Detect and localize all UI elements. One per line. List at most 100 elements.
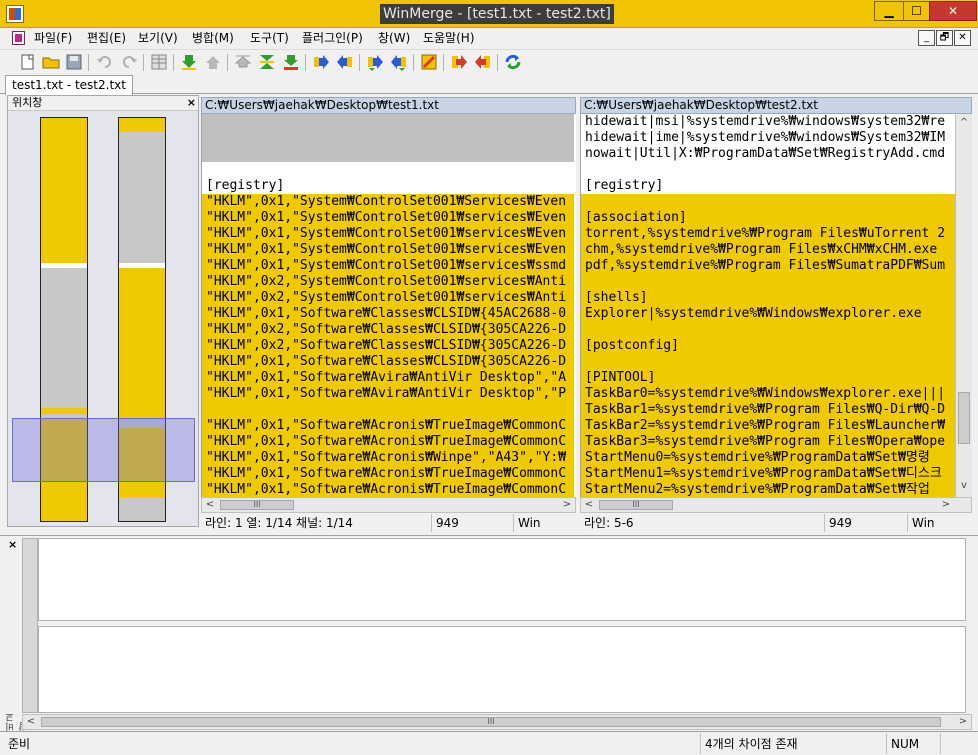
options-icon[interactable] <box>420 53 438 71</box>
diff-pane-upper-editor[interactable] <box>38 538 966 621</box>
left-editor-line[interactable] <box>202 114 574 130</box>
left-editor-line[interactable]: "HKLM",0x1,"Software₩Classes₩CLSID₩{45AC… <box>202 306 574 322</box>
right-editor-line[interactable]: chm,%systemdrive%₩Program Files₩xCHM₩xCH… <box>581 242 955 258</box>
new-icon[interactable] <box>19 53 37 71</box>
right-editor-line[interactable]: pdf,%systemdrive%₩Program Files₩SumatraP… <box>581 258 955 274</box>
copy-left-icon[interactable] <box>336 53 354 71</box>
left-editor[interactable]: [registry] "HKLM",0x1,"System₩ControlSet0… <box>201 114 576 497</box>
left-editor-line[interactable] <box>202 130 574 146</box>
right-editor-line[interactable]: [PINTOOL] <box>581 370 955 386</box>
copy-right-advance-icon[interactable] <box>366 53 384 71</box>
scroll-down-arrow[interactable]: v <box>956 479 972 493</box>
right-editor-line[interactable] <box>581 274 955 290</box>
scroll-right-arrow[interactable]: > <box>955 715 971 729</box>
refresh-icon[interactable] <box>504 53 522 71</box>
right-editor-line[interactable]: StartMenu0=%systemdrive%₩ProgramData₩Set… <box>581 450 955 466</box>
scroll-left-arrow[interactable]: < <box>581 498 597 512</box>
last-diff-icon[interactable] <box>282 53 300 71</box>
minimize-button[interactable]: ▁ <box>874 1 904 21</box>
right-editor-line[interactable]: Explorer|%systemdrive%₩Windows₩explorer.… <box>581 306 955 322</box>
copy-right-icon[interactable] <box>312 53 330 71</box>
right-editor-line[interactable]: hidewait|ime|%systemdrive%₩windows₩Syste… <box>581 130 955 146</box>
left-editor-line[interactable]: "HKLM",0x2,"Software₩Classes₩CLSID₩{305C… <box>202 338 574 354</box>
toggle-view-icon[interactable] <box>150 53 168 71</box>
diff-pane-close-button[interactable]: × <box>8 538 17 551</box>
next-diff-icon[interactable] <box>180 53 198 71</box>
scroll-right-arrow[interactable]: > <box>559 498 575 512</box>
scroll-thumb[interactable]: III <box>41 717 941 727</box>
right-editor-line[interactable]: StartMenu2=%systemdrive%₩ProgramData₩Set… <box>581 482 955 497</box>
location-viewport-indicator[interactable] <box>12 418 195 482</box>
menu-window[interactable]: 창(W) <box>378 30 410 46</box>
right-editor-line[interactable] <box>581 194 955 210</box>
all-right-icon[interactable] <box>450 53 468 71</box>
current-diff-icon[interactable] <box>258 53 276 71</box>
right-editor-line[interactable]: [registry] <box>581 178 955 194</box>
tab-test1-test2[interactable]: test1.txt - test2.txt <box>5 75 133 95</box>
menu-help[interactable]: 도움말(H) <box>423 30 475 46</box>
scroll-thumb[interactable]: III <box>220 500 294 510</box>
menu-plugins[interactable]: 플러그인(P) <box>302 30 363 46</box>
diff-pane-lower-editor[interactable] <box>38 626 966 713</box>
right-editor-line[interactable]: hidewait|msi|%systemdrive%₩windows₩syste… <box>581 114 955 130</box>
left-editor-line[interactable]: "HKLM",0x1,"System₩ControlSet001₩service… <box>202 210 574 226</box>
menu-file[interactable]: 파일(F) <box>34 30 72 46</box>
scroll-right-arrow[interactable]: > <box>938 498 954 512</box>
right-vertical-scrollbar[interactable]: ^ v <box>955 114 972 497</box>
left-editor-line[interactable]: "HKLM",0x1,"Software₩Acronis₩TrueImage₩C… <box>202 434 574 450</box>
redo-icon[interactable] <box>120 53 138 71</box>
left-editor-line[interactable]: "HKLM",0x1,"System₩ControlSet001₩service… <box>202 242 574 258</box>
right-horizontal-scrollbar[interactable]: < III > <box>580 497 972 513</box>
scroll-up-arrow[interactable]: ^ <box>956 116 972 130</box>
open-icon[interactable] <box>42 53 60 71</box>
mdi-close-button[interactable]: ✕ <box>954 30 971 46</box>
right-editor-line[interactable]: TaskBar1=%systemdrive%₩Program Files₩Q-D… <box>581 402 955 418</box>
menu-view[interactable]: 보기(V) <box>138 30 178 46</box>
right-editor-line[interactable]: torrent,%systemdrive%₩Program Files₩uTor… <box>581 226 955 242</box>
document-icon[interactable] <box>12 31 25 45</box>
scroll-left-arrow[interactable]: < <box>202 498 218 512</box>
mdi-minimize-button[interactable]: _ <box>918 30 935 46</box>
winmerge-app-icon[interactable] <box>6 5 24 23</box>
all-left-icon[interactable] <box>474 53 492 71</box>
save-icon[interactable] <box>65 53 83 71</box>
right-editor-line[interactable]: StartMenu1=%systemdrive%₩ProgramData₩Set… <box>581 466 955 482</box>
right-editor-line[interactable]: [association] <box>581 210 955 226</box>
right-editor-line[interactable] <box>581 322 955 338</box>
menu-edit[interactable]: 편집(E) <box>87 30 126 46</box>
right-editor-line[interactable]: TaskBar3=%systemdrive%₩Program Files₩Ope… <box>581 434 955 450</box>
left-editor-line[interactable]: "HKLM",0x1,"Software₩Classes₩CLSID₩{305C… <box>202 354 574 370</box>
first-diff-icon[interactable] <box>234 53 252 71</box>
right-editor-line[interactable] <box>581 162 955 178</box>
left-editor-line[interactable]: "HKLM",0x1,"Software₩Avira₩AntiVir Deskt… <box>202 386 574 402</box>
right-editor-line[interactable]: TaskBar2=%systemdrive%₩Program Files₩Lau… <box>581 418 955 434</box>
right-editor-line[interactable]: TaskBar0=%systemdrive%₩Windows₩explorer.… <box>581 386 955 402</box>
mdi-restore-button[interactable]: 🗗 <box>936 30 953 46</box>
right-editor[interactable]: hidewait|msi|%systemdrive%₩windows₩syste… <box>580 114 955 497</box>
scroll-left-arrow[interactable]: < <box>23 715 39 729</box>
left-editor-line[interactable]: [registry] <box>202 178 574 194</box>
menu-merge[interactable]: 병합(M) <box>192 30 234 46</box>
scroll-thumb[interactable]: III <box>599 500 673 510</box>
left-editor-line[interactable]: "HKLM",0x1,"System₩ControlSet001₩service… <box>202 226 574 242</box>
right-editor-line[interactable]: [shells] <box>581 290 955 306</box>
left-editor-line[interactable]: "HKLM",0x1,"System₩ControlSet001₩Service… <box>202 194 574 210</box>
right-editor-line[interactable] <box>581 354 955 370</box>
left-editor-line[interactable]: "HKLM",0x1,"Software₩Acronis₩Winpe","A43… <box>202 450 574 466</box>
left-horizontal-scrollbar[interactable]: < III > <box>201 497 576 513</box>
left-editor-line[interactable] <box>202 402 574 418</box>
left-editor-line[interactable]: "HKLM",0x2,"Software₩Classes₩CLSID₩{305C… <box>202 322 574 338</box>
location-pane-close-button[interactable]: × <box>187 96 196 110</box>
right-editor-line[interactable]: [postconfig] <box>581 338 955 354</box>
left-editor-line[interactable]: "HKLM",0x2,"System₩ControlSet001₩service… <box>202 274 574 290</box>
undo-icon[interactable] <box>96 53 114 71</box>
left-editor-line[interactable]: "HKLM",0x1,"System₩ControlSet001₩service… <box>202 258 574 274</box>
menu-tools[interactable]: 도구(T) <box>250 30 289 46</box>
copy-left-advance-icon[interactable] <box>390 53 408 71</box>
left-editor-line[interactable]: "HKLM",0x1,"Software₩Acronis₩TrueImage₩C… <box>202 418 574 434</box>
prev-diff-icon[interactable] <box>204 53 222 71</box>
left-editor-line[interactable] <box>202 162 574 178</box>
close-button[interactable]: ✕ <box>929 1 977 21</box>
diff-pane-horizontal-scrollbar[interactable]: < III > <box>22 714 972 730</box>
left-editor-line[interactable]: "HKLM",0x1,"Software₩Acronis₩TrueImage₩C… <box>202 482 574 497</box>
